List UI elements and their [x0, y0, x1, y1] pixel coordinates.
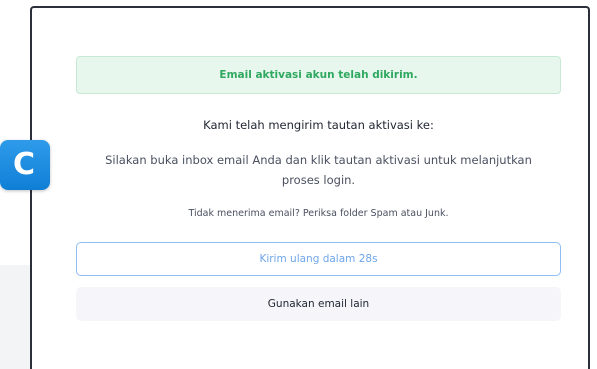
right-margin — [590, 0, 597, 369]
sent-headline: Kami telah mengirim tautan aktivasi ke: — [203, 118, 434, 132]
spam-hint-text: Tidak menerima email? Periksa folder Spa… — [188, 208, 449, 219]
success-alert-text: Email aktivasi akun telah dikirim. — [219, 69, 418, 81]
screen: C Email aktivasi akun telah dikirim. Kam… — [0, 0, 597, 369]
resend-button-label: Kirim ulang dalam 28s — [259, 253, 378, 265]
app-logo-letter: C — [12, 147, 36, 182]
resend-button[interactable]: Kirim ulang dalam 28s — [76, 242, 561, 276]
instructions-text: Silakan buka inbox email Anda dan klik t… — [105, 153, 532, 187]
left-margin-shade — [0, 265, 30, 369]
use-other-email-label: Gunakan email lain — [267, 298, 370, 310]
use-other-email-button[interactable]: Gunakan email lain — [76, 287, 561, 321]
app-logo: C — [0, 140, 50, 190]
success-alert: Email aktivasi akun telah dikirim. — [76, 56, 561, 94]
